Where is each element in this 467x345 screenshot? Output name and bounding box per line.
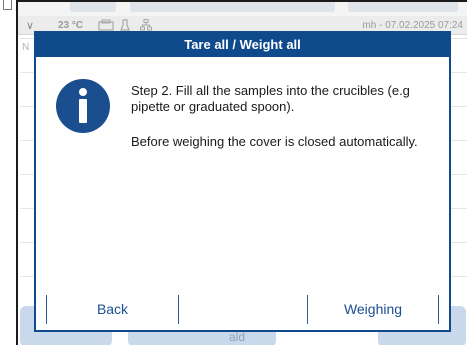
dialog-message-step: Step 2. Fill all the samples into the cr… xyxy=(131,83,410,114)
left-margin xyxy=(0,0,16,345)
screen: ∨ 23 °C mh - 07.02.2025 07:24 N ald Tare… xyxy=(0,0,467,345)
dialog-title: Tare all / Weight all xyxy=(36,33,449,57)
tare-weigh-dialog: Tare all / Weight all Step 2. Fill all t… xyxy=(34,31,451,332)
temperature-readout: 23 °C xyxy=(58,20,84,31)
weighing-button[interactable]: Weighing xyxy=(308,291,438,328)
dialog-message-note: Before weighing the cover is closed auto… xyxy=(131,134,418,149)
toolbar-partial-label: ald xyxy=(229,330,246,344)
user-datetime: mh - 07.02.2025 07:24 xyxy=(362,20,463,31)
button-divider xyxy=(178,295,179,324)
dialog-footer: Back Weighing xyxy=(36,291,449,332)
top-tab[interactable] xyxy=(130,2,335,12)
back-button[interactable]: Back xyxy=(47,291,178,328)
chevron-down-icon[interactable]: ∨ xyxy=(26,19,34,32)
button-divider xyxy=(438,295,439,324)
checkbox-stub xyxy=(3,0,12,10)
top-tab[interactable] xyxy=(348,2,458,12)
top-strip xyxy=(18,2,467,16)
top-tab[interactable] xyxy=(70,2,116,12)
info-icon xyxy=(56,79,110,133)
